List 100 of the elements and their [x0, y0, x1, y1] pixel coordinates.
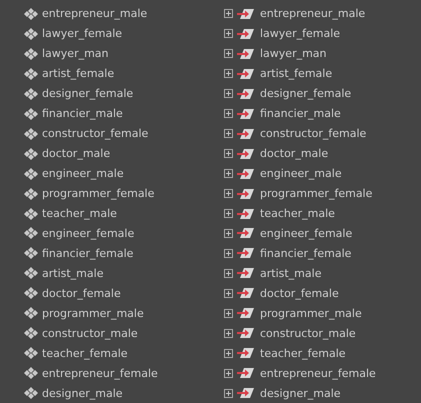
list-item[interactable]: doctor_male — [42, 147, 110, 160]
arrow-card-icon — [237, 128, 255, 140]
diamond-cluster-icon — [24, 48, 38, 60]
list-item[interactable]: financier_female — [42, 246, 134, 260]
expand-icon[interactable] — [224, 69, 233, 78]
arrow-card-icon — [237, 68, 255, 80]
list-item[interactable]: constructor_male — [42, 326, 138, 340]
expand-icon[interactable] — [224, 169, 233, 178]
tree-item[interactable]: teacher_female — [260, 346, 346, 360]
tree-item[interactable]: lawyer_man — [260, 47, 327, 60]
arrow-card-icon — [237, 307, 255, 320]
list-item[interactable]: teacher_male — [42, 207, 117, 220]
tree-item[interactable]: doctor_male — [260, 147, 328, 160]
tree-item[interactable]: designer_male — [260, 386, 341, 400]
expand-icon[interactable] — [224, 328, 233, 338]
expand-icon[interactable] — [224, 368, 233, 378]
tree-item[interactable]: programmer_male — [260, 306, 362, 320]
arrow-card-icon — [237, 148, 255, 160]
diamond-cluster-icon — [24, 68, 38, 80]
expand-icon[interactable] — [224, 209, 233, 218]
diamond-cluster-icon — [24, 108, 38, 120]
diamond-cluster-icon — [24, 148, 38, 160]
tree-item[interactable]: engineer_female — [260, 226, 352, 240]
expand-icon[interactable] — [224, 149, 233, 158]
tree-item[interactable]: artist_male — [260, 266, 322, 280]
list-item[interactable]: artist_male — [42, 266, 104, 280]
tree-item[interactable]: constructor_female — [260, 127, 366, 140]
list-item[interactable]: designer_male — [42, 386, 123, 400]
arrow-card-icon — [237, 327, 255, 340]
tree-item[interactable]: programmer_female — [260, 187, 372, 200]
diamond-cluster-icon — [24, 347, 38, 360]
expand-icon[interactable] — [224, 308, 233, 318]
list-item[interactable]: financier_male — [42, 107, 123, 120]
arrow-card-icon — [237, 267, 255, 280]
tree-item[interactable]: designer_female — [260, 87, 352, 100]
diamond-cluster-icon — [24, 168, 38, 180]
tree-item[interactable]: financier_female — [260, 246, 352, 260]
expand-icon[interactable] — [224, 288, 233, 298]
tree-item[interactable]: financier_male — [260, 107, 341, 120]
list-item[interactable]: engineer_male — [42, 167, 124, 180]
expand-icon[interactable] — [224, 129, 233, 138]
diamond-cluster-icon — [24, 367, 38, 380]
expand-icon[interactable] — [224, 9, 233, 18]
list-item[interactable]: programmer_female — [42, 187, 154, 200]
diamond-cluster-icon — [24, 128, 38, 140]
arrow-card-icon — [237, 88, 255, 100]
arrow-card-icon — [237, 188, 255, 200]
expand-icon[interactable] — [224, 109, 233, 118]
diamond-cluster-icon — [24, 267, 38, 280]
diamond-cluster-icon — [24, 208, 38, 220]
expand-icon[interactable] — [224, 348, 233, 358]
tree-item[interactable]: artist_female — [260, 67, 332, 80]
expand-icon[interactable] — [224, 29, 233, 38]
arrow-card-icon — [237, 227, 255, 240]
tree-item[interactable]: entrepreneur_female — [260, 366, 376, 380]
list-item[interactable]: lawyer_man — [42, 47, 109, 60]
diamond-cluster-icon — [24, 188, 38, 200]
arrow-card-icon — [237, 208, 255, 220]
list-item[interactable]: lawyer_female — [42, 27, 122, 40]
arrow-card-icon — [237, 247, 255, 260]
list-item[interactable]: entrepreneur_female — [42, 366, 158, 380]
arrow-card-icon — [237, 387, 255, 400]
list-item[interactable]: teacher_female — [42, 346, 128, 360]
arrow-card-icon — [237, 287, 255, 300]
arrow-card-icon — [237, 8, 255, 20]
tree-item[interactable]: teacher_male — [260, 207, 335, 220]
diamond-cluster-icon — [24, 28, 38, 40]
expand-icon[interactable] — [224, 89, 233, 98]
tree-item[interactable]: lawyer_female — [260, 27, 340, 40]
tree-item[interactable]: constructor_male — [260, 326, 356, 340]
expand-icon[interactable] — [224, 248, 233, 258]
expand-icon[interactable] — [224, 228, 233, 238]
diamond-cluster-icon — [24, 387, 38, 400]
tree-item[interactable]: doctor_female — [260, 286, 339, 300]
tree-item[interactable]: engineer_male — [260, 167, 342, 180]
diamond-cluster-icon — [24, 327, 38, 340]
list-item[interactable]: designer_female — [42, 87, 134, 100]
expand-icon[interactable] — [224, 388, 233, 398]
list-item[interactable]: constructor_female — [42, 127, 148, 140]
expand-icon[interactable] — [224, 189, 233, 198]
diamond-cluster-icon — [24, 307, 38, 320]
arrow-card-icon — [237, 28, 255, 40]
list-item[interactable]: entrepreneur_male — [42, 7, 148, 20]
list-item[interactable]: programmer_male — [42, 306, 144, 320]
list-item[interactable]: doctor_female — [42, 286, 121, 300]
diamond-cluster-icon — [24, 227, 38, 240]
arrow-card-icon — [237, 347, 255, 360]
arrow-card-icon — [237, 168, 255, 180]
expand-icon[interactable] — [224, 49, 233, 58]
tree-item[interactable]: entrepreneur_male — [260, 7, 366, 20]
list-item[interactable]: artist_female — [42, 67, 114, 80]
diamond-cluster-icon — [24, 8, 38, 20]
diamond-cluster-icon — [24, 247, 38, 260]
arrow-card-icon — [237, 48, 255, 60]
diamond-cluster-icon — [24, 88, 38, 100]
list-item[interactable]: engineer_female — [42, 226, 134, 240]
expand-icon[interactable] — [224, 268, 233, 278]
arrow-card-icon — [237, 367, 255, 380]
diamond-cluster-icon — [24, 287, 38, 300]
arrow-card-icon — [237, 108, 255, 120]
